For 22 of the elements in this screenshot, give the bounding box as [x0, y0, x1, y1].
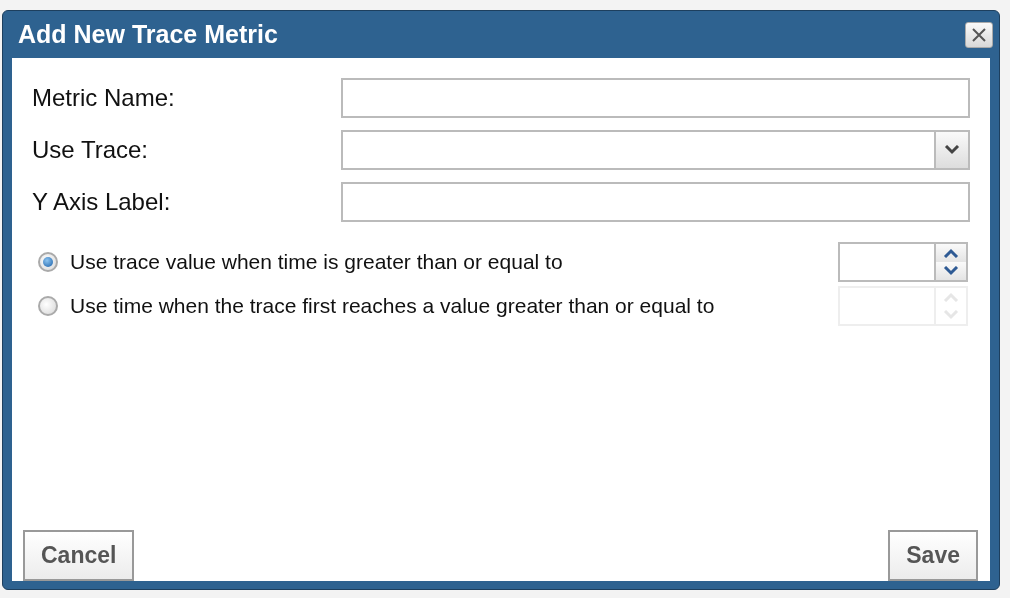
field-label: Use Trace:: [32, 136, 150, 164]
dialog-button[interactable]: Cancel: [23, 530, 135, 581]
dialog-title: Add New Trace Metric: [17, 20, 278, 49]
chevron-up-icon: [943, 248, 959, 258]
chevron-down-icon: [943, 266, 959, 276]
text-field[interactable]: [341, 78, 970, 118]
dropdown-field[interactable]: [341, 130, 970, 170]
radio-button[interactable]: [38, 252, 58, 272]
dropdown-button[interactable]: [934, 132, 968, 168]
chevron-up-icon: [943, 292, 959, 302]
dialog-button[interactable]: Save: [888, 530, 978, 581]
option-label: Use trace value when time is greater than or equal to: [70, 250, 564, 274]
increment-button[interactable]: [936, 244, 966, 262]
field-label: Metric Name:: [32, 84, 176, 112]
text-field[interactable]: [341, 182, 970, 222]
decrement-button[interactable]: [936, 262, 966, 280]
option-label: Use time when the trace first reaches a value greater than or equal to: [70, 294, 716, 318]
close-button[interactable]: [965, 21, 993, 48]
close-icon: [971, 26, 987, 43]
chevron-down-icon: [943, 310, 959, 320]
caret-icon: [944, 145, 960, 155]
field-label: Y Axis Label:: [32, 188, 172, 216]
